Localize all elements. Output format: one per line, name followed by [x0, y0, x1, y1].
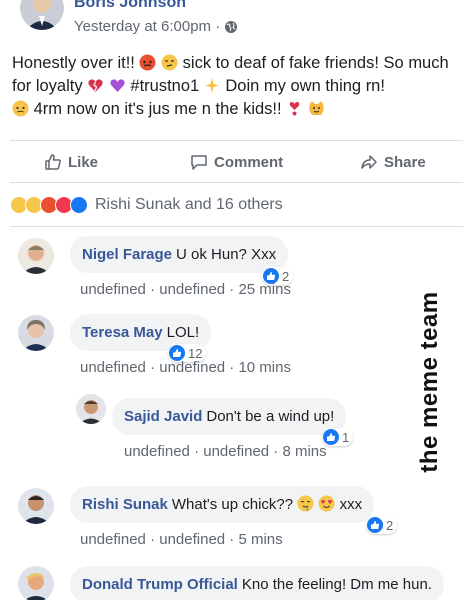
comment-author[interactable]: Teresa May — [82, 324, 163, 341]
reply-bubble: Sajid Javid Don't be a wind up! — [112, 398, 347, 435]
purple-heart-icon — [109, 77, 126, 94]
divider-actions — [10, 182, 463, 183]
red-heart-exclamation-icon — [286, 100, 303, 117]
globe-icon — [224, 20, 238, 34]
like-button[interactable]: Like — [44, 153, 98, 171]
avatar-rishi-sunak[interactable] — [18, 488, 54, 524]
drooling-face-icon — [297, 495, 314, 512]
like-badge-icon — [367, 517, 383, 533]
comment-button[interactable]: Comment — [190, 153, 283, 171]
post-body: Honestly over it!! sick to deaf of fake … — [12, 52, 458, 121]
timestamp-text[interactable]: Yesterday at 6:00pm · — [74, 18, 220, 35]
comment-meta: undefined · undefined · 5 mins — [80, 531, 283, 548]
reactions-label[interactable]: Rishi Sunak and 16 others — [95, 196, 283, 214]
comment-meta: undefined · undefined · 8 mins — [124, 443, 327, 460]
broken-heart-icon — [87, 77, 104, 94]
comment-meta: undefined · undefined · 10 mins — [80, 359, 291, 376]
thumbs-up-icon — [45, 154, 61, 170]
heart-eyes-face-icon — [318, 495, 335, 512]
sparkles-icon — [204, 77, 221, 94]
comment-label: Comment — [214, 153, 284, 171]
smiling-cat-icon — [308, 100, 325, 117]
like-count: 1 — [342, 429, 350, 445]
comment-bubble-1: Nigel Farage U ok Hun? Xxx — [70, 236, 289, 273]
comment-text: Kno the feeling! Dm me hun. — [241, 576, 432, 593]
post-actions-bar: Like Comment Share — [0, 146, 463, 178]
comment-text: Don't be a wind up! — [206, 408, 335, 425]
comment-meta: undefined · undefined · 25 mins — [80, 281, 291, 298]
watermark: the meme team — [408, 262, 452, 502]
like-reaction-icon — [70, 196, 88, 214]
like-label: Like — [68, 153, 99, 171]
comment-author[interactable]: Sajid Javid — [124, 408, 202, 425]
avatar-donald-trump[interactable] — [18, 566, 54, 600]
avatar-nigel-farage[interactable] — [18, 238, 54, 274]
poster-avatar[interactable] — [20, 0, 64, 30]
poster-name[interactable]: Boris Johnson — [74, 0, 186, 12]
unamused-face-icon — [161, 54, 178, 71]
comment-bubble-5: Donald Trump Official Kno the feeling! Dm… — [70, 566, 444, 600]
comment-icon — [191, 155, 207, 170]
reactions-summary[interactable]: Rishi Sunak and 16 others — [10, 193, 283, 217]
divider-reactions — [10, 226, 463, 227]
avatar-teresa-may[interactable] — [18, 315, 54, 351]
like-count: 2 — [386, 517, 394, 533]
comment-like-count[interactable]: 2 — [366, 516, 398, 534]
post-text-line1: Honestly over it!! — [12, 54, 135, 72]
comment-author[interactable]: Donald Trump Official — [82, 576, 238, 593]
comment-text: U ok Hun? Xxx — [176, 246, 277, 263]
divider-top — [10, 140, 463, 141]
comment-author[interactable]: Nigel Farage — [82, 246, 172, 263]
avatar-sajid-javid[interactable] — [76, 394, 106, 424]
share-label: Share — [384, 153, 426, 171]
angry-face-icon — [139, 54, 156, 71]
comment-like-count[interactable]: 1 — [322, 428, 354, 446]
comment-bubble-4: Rishi Sunak What's up chick?? xxx — [70, 486, 375, 523]
post-text-line2c: Doin my own thing rn! — [225, 77, 385, 95]
post-text-line3: 4rm now on it's jus me n the kids!! — [33, 100, 282, 118]
sweat-face-icon — [12, 100, 29, 117]
comment-author[interactable]: Rishi Sunak — [82, 496, 168, 513]
hashtag-trustno1[interactable]: #trustno1 — [130, 77, 199, 95]
post-text-line1b: sick to deaf of fake friends! So — [182, 54, 404, 72]
comment-text: What's up chick?? — [171, 496, 294, 513]
watermark-text: the meme team — [416, 291, 443, 473]
share-arrow-icon — [361, 155, 377, 169]
post-timestamp: Yesterday at 6:00pm · — [74, 18, 238, 35]
share-button[interactable]: Share — [360, 153, 426, 171]
comment-text-suffix: xxx — [339, 496, 363, 513]
comment-text: LOL! — [166, 324, 200, 341]
